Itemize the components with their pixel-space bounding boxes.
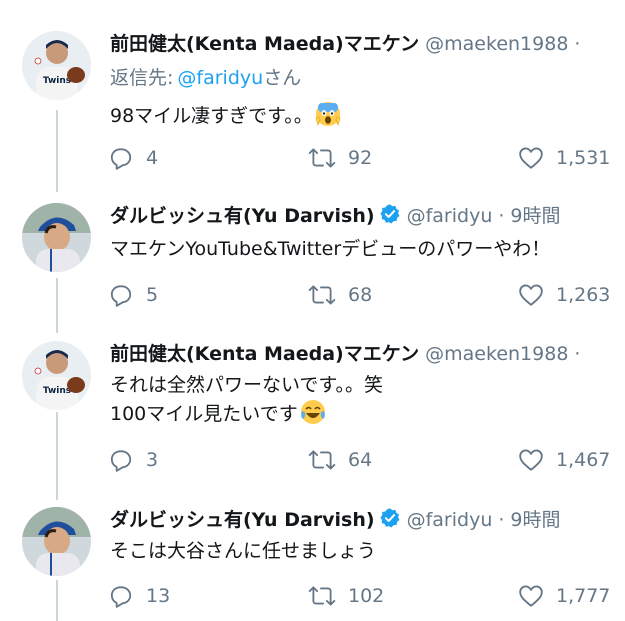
thread-line	[56, 412, 58, 500]
heart-icon	[519, 585, 543, 607]
tweet-text: マエケンYouTube&Twitterデビューのパワーやわ！	[110, 235, 615, 263]
retweet-count: 64	[348, 449, 373, 471]
tweet-actions: 4 92 1,531	[108, 144, 618, 172]
reply-count: 5	[146, 284, 159, 306]
tweet-actions: 5 68 1,263	[108, 281, 618, 309]
retweet-button[interactable]: 64	[308, 446, 372, 474]
retweet-icon	[308, 148, 336, 168]
tweet-line: マエケンYouTube&Twitterデビューのパワーやわ！	[110, 238, 551, 260]
avatar-maeda[interactable]: Twins	[22, 31, 91, 100]
heart-icon	[519, 449, 543, 471]
separator-dot: ·	[574, 33, 581, 55]
timestamp[interactable]: 9時間	[510, 205, 560, 227]
author-handle[interactable]: @faridyu	[407, 205, 493, 227]
separator-dot: ·	[574, 343, 581, 365]
like-button[interactable]: 1,467	[518, 446, 610, 474]
reply-count: 3	[146, 449, 159, 471]
avatar-maeda[interactable]: Twins	[22, 341, 91, 410]
author-name[interactable]: 前田健太(Kenta Maeda)マエケン	[110, 343, 419, 365]
reply-button[interactable]: 3	[108, 446, 158, 474]
reply-count: 13	[146, 585, 171, 607]
reply-context: 返信先: @faridyuさん	[110, 65, 301, 91]
retweet-icon	[308, 586, 336, 606]
avatar-darvish[interactable]	[22, 507, 91, 576]
like-button[interactable]: 1,531	[518, 144, 610, 172]
retweet-count: 102	[348, 585, 385, 607]
avatar-darvish[interactable]	[22, 203, 91, 272]
author-name[interactable]: ダルビッシュ有(Yu Darvish)	[110, 205, 375, 227]
separator-dot: ·	[498, 205, 505, 227]
tweet-line: それは全然パワーないです。。笑	[110, 374, 384, 396]
timestamp[interactable]: 9時間	[510, 509, 560, 531]
like-button[interactable]: 1,263	[518, 281, 610, 309]
reply-icon	[110, 586, 132, 608]
reply-count: 4	[146, 147, 159, 169]
retweet-button[interactable]: 92	[308, 144, 372, 172]
reply-prefix: 返信先:	[110, 67, 174, 89]
heart-icon	[519, 284, 543, 306]
author-handle[interactable]: @faridyu	[407, 509, 493, 531]
retweet-button[interactable]: 68	[308, 281, 372, 309]
tweet-text: そこは大谷さんに任せましょう	[110, 537, 615, 565]
reply-suffix: さん	[263, 67, 302, 89]
reply-icon	[110, 148, 132, 170]
tweet-text: それは全然パワーないです。。笑 100マイル見たいです	[110, 371, 615, 433]
retweet-button[interactable]: 102	[308, 582, 384, 610]
tweet-header: ダルビッシュ有(Yu Darvish) @faridyu · 9時間	[110, 507, 620, 533]
like-count: 1,263	[556, 284, 611, 306]
heart-icon	[519, 147, 543, 169]
retweet-count: 68	[348, 284, 373, 306]
separator-dot: ·	[498, 509, 505, 531]
author-name[interactable]: 前田健太(Kenta Maeda)マエケン	[110, 33, 419, 55]
author-handle[interactable]: @maeken1988	[425, 33, 568, 55]
retweet-count: 92	[348, 147, 373, 169]
tweet-header: ダルビッシュ有(Yu Darvish) @faridyu · 9時間	[110, 203, 620, 229]
reply-icon	[110, 450, 132, 472]
tweet-line: 100マイル見たいです	[110, 403, 298, 425]
author-handle[interactable]: @maeken1988	[425, 343, 568, 365]
tweet-line: 98マイル凄すぎです。。	[110, 105, 313, 127]
like-count: 1,531	[556, 147, 611, 169]
like-button[interactable]: 1,777	[518, 582, 610, 610]
reply-icon	[110, 285, 132, 307]
svg-text:Twins: Twins	[43, 386, 71, 396]
thread-line	[56, 278, 58, 333]
tears-of-joy-emoji-icon	[300, 399, 326, 433]
tweet-actions: 3 64 1,467	[108, 446, 618, 474]
retweet-icon	[308, 285, 336, 305]
tweet-text: 98マイル凄すぎです。。	[110, 101, 615, 135]
reply-button[interactable]: 5	[108, 281, 158, 309]
like-count: 1,777	[556, 585, 611, 607]
author-name[interactable]: ダルビッシュ有(Yu Darvish)	[110, 509, 375, 531]
like-count: 1,467	[556, 449, 611, 471]
retweet-icon	[308, 450, 336, 470]
tweet-actions: 13 102 1,777	[108, 582, 618, 610]
verified-badge-icon	[379, 507, 401, 536]
scream-emoji-icon	[315, 101, 341, 135]
reply-button[interactable]: 4	[108, 144, 158, 172]
tweet-header: 前田健太(Kenta Maeda)マエケン @maeken1988 ·	[110, 341, 620, 367]
tweet-header: 前田健太(Kenta Maeda)マエケン @maeken1988 ·	[110, 31, 620, 57]
svg-text:Twins: Twins	[43, 76, 71, 86]
reply-handle-link[interactable]: @faridyu	[177, 67, 263, 89]
tweet-line: そこは大谷さんに任せましょう	[110, 540, 377, 562]
reply-button[interactable]: 13	[108, 582, 170, 610]
verified-badge-icon	[379, 203, 401, 232]
thread-line	[56, 580, 58, 621]
thread-line	[56, 110, 58, 192]
